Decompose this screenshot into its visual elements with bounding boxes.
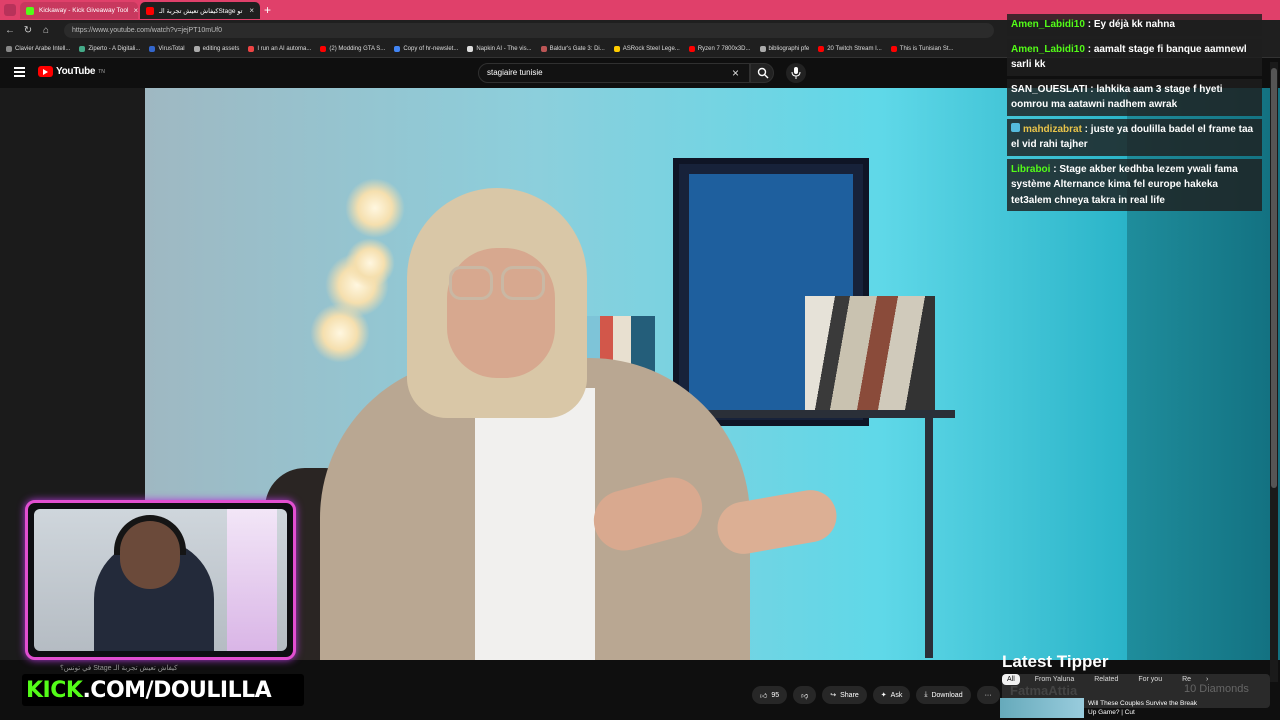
chip-recent[interactable]: Re (1177, 674, 1196, 685)
chip-for-you[interactable]: For you (1133, 674, 1167, 685)
chat-username: Amen_Labidi10 (1011, 43, 1085, 55)
chat-message: mahdizabrat : juste ya doulilla badel el… (1007, 118, 1262, 156)
badge-icon (1011, 122, 1020, 132)
search-button[interactable] (750, 63, 774, 83)
more-icon: ··· (984, 691, 992, 699)
scrollbar-thumb[interactable] (1271, 68, 1277, 488)
headset-icon (114, 515, 186, 555)
ask-icon: ✦ (880, 692, 887, 699)
chat-message: Libraboi : Stage akber kedhba lezem ywal… (1007, 158, 1262, 211)
bookmark-item[interactable]: ASRock Steel Lege... (613, 46, 680, 52)
person-shirt (475, 388, 595, 660)
bookmark-item[interactable]: Ziperto - A Digitali... (79, 46, 140, 52)
close-icon[interactable]: × (249, 6, 254, 15)
ask-label: Ask (890, 691, 903, 699)
mic-icon (791, 67, 801, 79)
suggested-video-thumbnail[interactable] (1000, 698, 1084, 718)
bookmark-item[interactable]: Copy of hr-newslet... (394, 46, 458, 52)
kick-suffix: .COM/DOULILLA (82, 677, 272, 703)
tipper-name: FatmaAttia (1010, 683, 1078, 698)
bookmark-item[interactable]: Ryzen 7 7800x3D... (688, 46, 751, 52)
chat-message: SAN_OUESLATI : lahkika aam 3 stage f hye… (1007, 78, 1262, 116)
suggested-video-title[interactable]: Will These Couples Survive the Break Up … (1088, 699, 1198, 717)
logo-text: YouTube (56, 66, 96, 77)
like-icon: 👍︎ (760, 692, 768, 700)
dislike-icon: 👎︎ (801, 692, 809, 700)
bookmark-item[interactable]: bibliographi pfe (759, 46, 809, 52)
chevron-right-icon[interactable]: › (1206, 676, 1208, 683)
reload-icon[interactable]: ↻ (22, 24, 34, 36)
tab-kickaway[interactable]: Kickaway - Kick Giveaway Tool × (20, 2, 138, 19)
country-code: TN (98, 68, 105, 75)
dislike-button[interactable]: 👎︎ (793, 686, 817, 704)
chat-message: Amen_Labidi10 : aamalt stage fi banque a… (1007, 38, 1262, 76)
youtube-play-icon (38, 66, 53, 77)
browser-menu-icon[interactable] (4, 4, 16, 16)
tab-youtube-video[interactable]: كيفاش تعيش تجربة الـStage في تو... × (140, 2, 260, 19)
tab-label: Kickaway - Kick Giveaway Tool (39, 7, 129, 14)
download-button[interactable]: ⤓ Download (916, 686, 971, 704)
chat-username: mahdizabrat (1023, 123, 1082, 135)
latest-tipper-label: Latest Tipper (1002, 652, 1109, 671)
lamp-bulb (345, 238, 395, 288)
download-icon: ⤓ (924, 691, 928, 698)
lamp-bulb (310, 303, 370, 363)
chip-all[interactable]: All (1002, 674, 1020, 685)
back-icon[interactable]: ← (4, 24, 16, 36)
share-icon: ↪ (830, 692, 837, 699)
chat-text: Ey déjà kk nahna (1093, 19, 1175, 30)
bookmark-item[interactable]: 20 Twitch Stream I... (818, 46, 882, 52)
video-title-partial: في تونس؟ Stage كيفاش تعيش تجربة الـ (60, 665, 178, 672)
glasses-lens (449, 266, 493, 300)
tab-label: كيفاش تعيش تجربة الـStage في تو... (159, 7, 244, 15)
menu-icon[interactable] (14, 67, 25, 77)
mic-button[interactable] (786, 63, 806, 83)
kick-prefix: KICK (26, 677, 83, 703)
stream-chat-overlay: Amen_Labidi10 : Ey déjà kk nahna Amen_La… (1007, 14, 1262, 214)
bookmark-item[interactable]: (2) Modding GTA S... (320, 46, 385, 52)
kick-favicon-icon (26, 6, 34, 15)
close-icon[interactable]: × (133, 6, 138, 15)
background-light (227, 509, 277, 651)
bookmark-item[interactable]: Napkin AI - The vis... (467, 46, 532, 52)
like-button[interactable]: 👍︎ 95 (752, 686, 788, 704)
related-filter-chips: All From Yaluna Related For you Re › (1002, 674, 1208, 685)
bookshelf-books (805, 296, 935, 410)
lamp-bulb (345, 178, 405, 238)
chip-from-channel[interactable]: From Yaluna (1030, 674, 1079, 685)
share-label: Share (840, 691, 859, 699)
url-field[interactable]: https://www.youtube.com/watch?v=jejPT10m… (64, 23, 994, 38)
search-input[interactable]: stagiaire tunisie (478, 63, 750, 83)
chat-username: SAN_OUESLATI (1011, 83, 1088, 95)
bookmark-item[interactable]: VirusTotal (149, 46, 185, 52)
kick-channel-banner: KICK .COM/DOULILLA (22, 674, 304, 706)
bookmark-item[interactable]: Baldur's Gate 3: Di... (540, 46, 605, 52)
more-button[interactable]: ··· (976, 686, 1000, 704)
bookmark-item[interactable]: I run an AI automa... (248, 46, 311, 52)
chip-related[interactable]: Related (1089, 674, 1123, 685)
search-icon (757, 67, 769, 79)
ask-button[interactable]: ✦ Ask (872, 686, 911, 704)
download-label: Download (931, 691, 963, 699)
bookmark-item[interactable]: editing assets (193, 46, 239, 52)
chat-message: Amen_Labidi10 : Ey déjà kk nahna (1007, 14, 1262, 36)
video-actions: 👍︎ 95 👎︎ ↪ Share ✦ Ask ⤓ Download ··· (752, 686, 1000, 704)
like-count: 95 (771, 691, 780, 699)
shelf-legs (925, 418, 933, 658)
new-tab-button[interactable]: + (264, 3, 271, 17)
chat-username: Amen_Labidi10 (1011, 19, 1085, 30)
clear-icon[interactable]: × (732, 66, 739, 80)
streamer-webcam (25, 500, 296, 660)
youtube-logo[interactable]: YouTube TN (38, 66, 105, 77)
glasses-lens (501, 266, 545, 300)
youtube-favicon-icon (146, 6, 154, 15)
chat-username: Libraboi (1011, 163, 1051, 175)
bookmark-item[interactable]: This is Tunisian St... (890, 46, 953, 52)
home-icon[interactable]: ⌂ (40, 24, 52, 36)
share-button[interactable]: ↪ Share (822, 686, 867, 704)
bookmark-item[interactable]: Clavier Arabe Intell... (6, 46, 70, 52)
